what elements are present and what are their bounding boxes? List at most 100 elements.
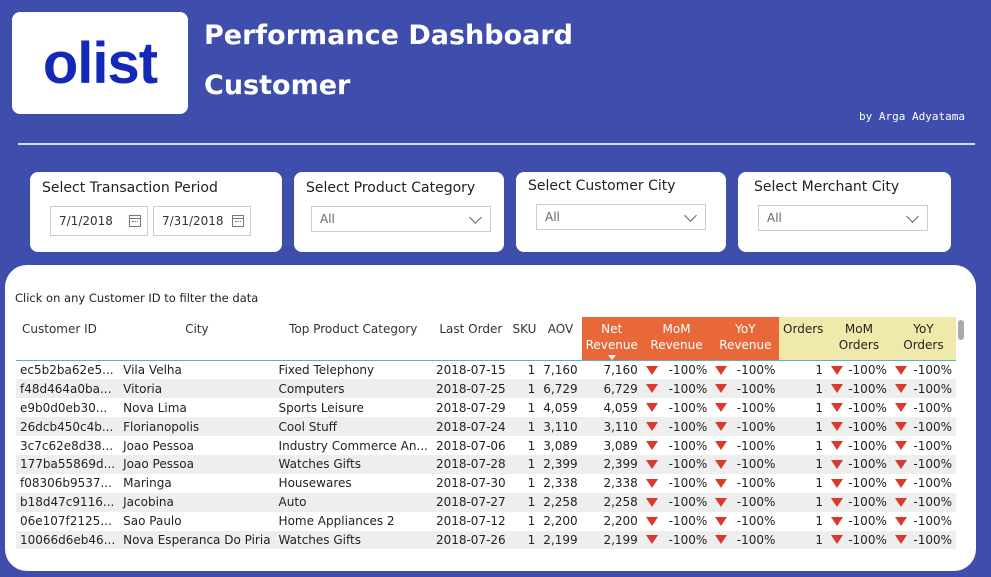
- yoy-revenue-value: -100%: [736, 400, 776, 415]
- orders-cell: 1: [779, 492, 828, 512]
- down-arrow-icon: [831, 422, 844, 432]
- col-yoy-revenue[interactable]: YoY Revenue: [711, 317, 780, 361]
- chevron-down-icon: [684, 209, 697, 222]
- last-order-cell: 2018-07-25: [431, 379, 510, 399]
- customer-id-cell[interactable]: 26dcb450c4b...: [16, 417, 120, 437]
- yoy-orders-value: -100%: [913, 476, 952, 491]
- table-hint: Click on any Customer ID to filter the d…: [15, 291, 259, 305]
- net-revenue-cell: 6,729: [581, 379, 642, 399]
- yoy-revenue-cell: -100%: [711, 398, 779, 417]
- mom-revenue-value: -100%: [668, 438, 708, 453]
- col-mom-revenue[interactable]: MoM Revenue: [641, 317, 712, 361]
- yoy-revenue-value: -100%: [736, 457, 776, 472]
- yoy-revenue-value: -100%: [736, 363, 776, 378]
- table-row[interactable]: b18d47c9116... Jacobina Auto 2018-07-27 1 2,2…: [16, 492, 956, 512]
- col-net-revenue[interactable]: Net Revenue: [581, 317, 642, 361]
- net-revenue-cell: 2,258: [581, 492, 642, 512]
- table-row[interactable]: e9b0d0eb30... Nova Lima Sports Leisure 2018…: [16, 398, 956, 417]
- table-row[interactable]: 3c7c62e8d38... Joao Pessoa Industry Commer…: [16, 436, 956, 455]
- calendar-icon[interactable]: [232, 215, 244, 227]
- mom-orders-value: -100%: [848, 495, 887, 510]
- sku-cell: 1: [527, 400, 536, 415]
- table-row[interactable]: ec5b2ba62e5... Vila Velha Fixed Telephony 2…: [16, 361, 956, 380]
- customer-id-cell[interactable]: f08306b9537...: [16, 474, 119, 493]
- yoy-orders-cell: -100%: [890, 530, 956, 550]
- col-last-order[interactable]: Last Order: [432, 317, 510, 361]
- net-revenue-cell: 3,089: [603, 438, 638, 453]
- mom-revenue-value: -100%: [668, 381, 708, 396]
- col-aov[interactable]: AOV: [539, 317, 581, 361]
- period-filter: Select Transaction Period 7/1/2018 7/31/…: [30, 172, 282, 252]
- down-arrow-icon: [715, 384, 728, 394]
- orders-cell: 1: [815, 363, 824, 378]
- customer-id-cell[interactable]: e9b0d0eb30...: [16, 398, 119, 417]
- col-customer-id[interactable]: Customer ID: [16, 317, 119, 361]
- customer-id-cell[interactable]: b18d47c9116...: [16, 492, 120, 512]
- last-order-cell: 2018-07-24: [431, 417, 510, 437]
- sort-desc-icon: [607, 355, 616, 360]
- down-arrow-icon: [894, 365, 907, 375]
- customer-id-cell[interactable]: ec5b2ba62e5...: [16, 361, 119, 380]
- sku-cell: 1: [527, 476, 536, 491]
- customer-id-cell[interactable]: 177ba55869d...: [16, 454, 120, 474]
- net-revenue-cell: 3,110: [581, 417, 642, 437]
- mom-orders-cell: -100%: [827, 454, 891, 474]
- mom-revenue-cell: -100%: [642, 398, 711, 417]
- customer-id-cell[interactable]: 3c7c62e8d38...: [16, 436, 119, 455]
- mom-revenue-cell: -100%: [641, 454, 712, 474]
- mom-orders-value: -100%: [848, 457, 887, 472]
- col-mom-orders[interactable]: MoM Orders: [827, 317, 891, 361]
- end-date-value: 7/31/2018: [162, 214, 224, 228]
- table-row[interactable]: f08306b9537... Maringa Housewares 2018-07-3…: [16, 474, 956, 493]
- orders-cell: 1: [779, 454, 828, 474]
- top-product-cell: Auto: [274, 492, 432, 512]
- start-date-input[interactable]: 7/1/2018: [50, 206, 148, 236]
- sku-cell: 1: [527, 363, 536, 378]
- customer-city-select[interactable]: All: [536, 204, 706, 230]
- header-divider: [18, 143, 975, 145]
- table-scrollbar[interactable]: [958, 320, 964, 340]
- calendar-icon[interactable]: [129, 215, 141, 227]
- mom-orders-value: -100%: [848, 476, 887, 491]
- down-arrow-icon: [645, 365, 658, 375]
- col-city[interactable]: City: [119, 317, 274, 361]
- table-row[interactable]: 26dcb450c4b... Florianopolis Cool Stuff 201…: [16, 417, 956, 437]
- chevron-down-icon: [906, 210, 919, 223]
- top-product-cell: Industry Commerce An...: [278, 438, 428, 453]
- table-row[interactable]: 10066d6eb46... Nova Esperanca Do Piria Wat…: [16, 530, 956, 550]
- yoy-revenue-value: -100%: [736, 438, 776, 453]
- mom-revenue-cell: -100%: [641, 492, 712, 512]
- mom-orders-value: -100%: [848, 514, 887, 529]
- table-row[interactable]: 177ba55869d... Joao Pessoa Watches Gifts 20…: [16, 454, 956, 474]
- customer-id-cell[interactable]: 10066d6eb46...: [16, 530, 120, 550]
- col-orders[interactable]: Orders: [779, 317, 828, 361]
- down-arrow-icon: [831, 516, 844, 526]
- down-arrow-icon: [645, 478, 658, 488]
- sku-cell: 1: [527, 438, 536, 453]
- col-net-revenue-line2: Revenue: [585, 338, 638, 352]
- down-arrow-icon: [715, 516, 728, 526]
- down-arrow-icon: [645, 535, 658, 545]
- down-arrow-icon: [645, 459, 658, 469]
- sku-cell: 1: [509, 454, 540, 474]
- mom-orders-cell: -100%: [827, 512, 891, 531]
- product-category-select[interactable]: All: [311, 206, 491, 232]
- mom-revenue-cell: -100%: [642, 361, 711, 380]
- customer-id-cell[interactable]: 06e107f2125...: [16, 512, 119, 531]
- city-cell: Vila Velha: [123, 363, 182, 378]
- down-arrow-icon: [645, 422, 658, 432]
- yoy-orders-cell: -100%: [890, 454, 956, 474]
- col-top-product[interactable]: Top Product Category: [275, 317, 432, 361]
- merchant-city-select[interactable]: All: [758, 205, 928, 231]
- yoy-revenue-cell: -100%: [711, 454, 780, 474]
- table-row[interactable]: f48d464a0ba... Vitoria Computers 2018-07-25…: [16, 379, 956, 399]
- mom-revenue-value: -100%: [668, 514, 708, 529]
- table-row[interactable]: 06e107f2125... Sao Paulo Home Appliances 2…: [16, 512, 956, 531]
- aov-cell: 3,110: [539, 417, 582, 437]
- orders-cell: 1: [815, 400, 824, 415]
- col-sku[interactable]: SKU: [510, 317, 540, 361]
- mom-revenue-cell: -100%: [641, 417, 712, 437]
- customer-id-cell[interactable]: f48d464a0ba...: [16, 379, 120, 399]
- end-date-input[interactable]: 7/31/2018: [153, 206, 251, 236]
- col-yoy-orders[interactable]: YoY Orders: [890, 317, 956, 361]
